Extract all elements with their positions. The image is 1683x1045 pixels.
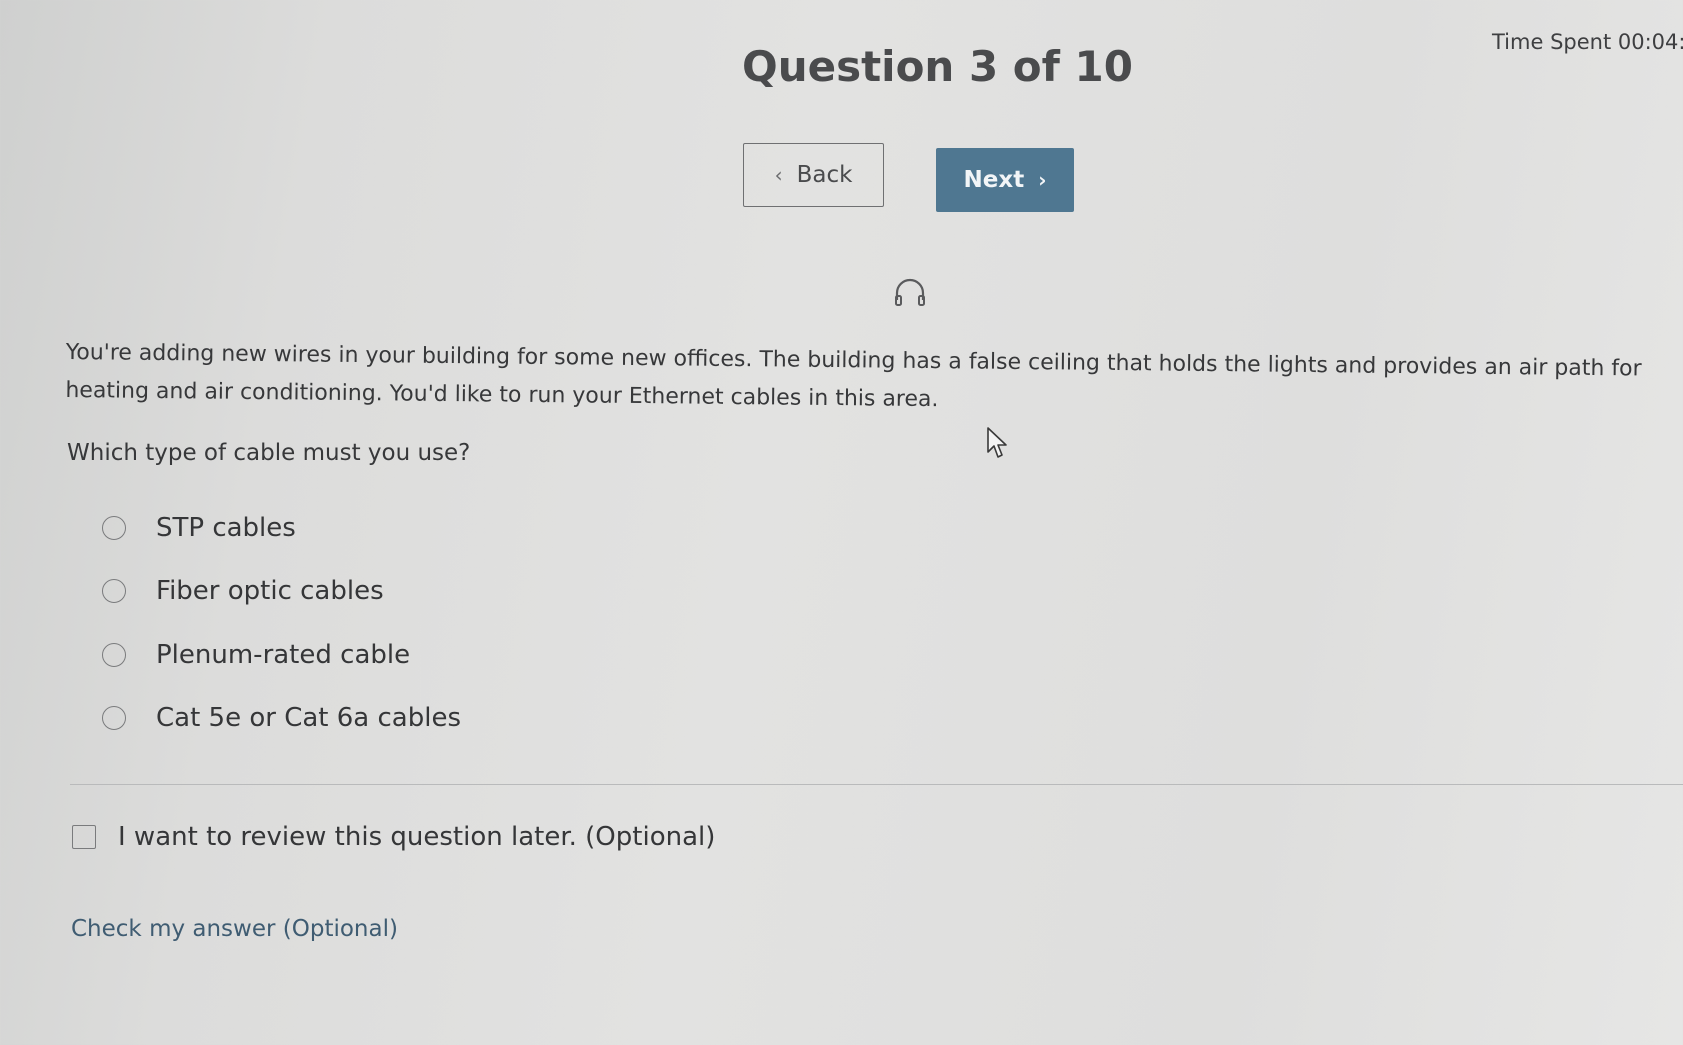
answer-options: STP cables Fiber optic cables Plenum-rat… — [102, 496, 461, 750]
mouse-cursor-icon — [987, 427, 1007, 458]
answer-option[interactable]: STP cables — [102, 496, 461, 560]
answer-option[interactable]: Cat 5e or Cat 6a cables — [102, 687, 461, 751]
divider — [70, 784, 1683, 785]
time-spent: Time Spent 00:04:5 — [1492, 30, 1683, 54]
answer-option-label: Cat 5e or Cat 6a cables — [156, 703, 461, 734]
radio-button[interactable] — [102, 642, 126, 667]
chevron-right-icon: › — [1038, 168, 1047, 192]
review-later-checkbox[interactable] — [72, 825, 96, 849]
back-button[interactable]: ‹ Back — [743, 143, 884, 207]
answer-option[interactable]: Fiber optic cables — [102, 560, 461, 624]
quiz-page: Question 3 of 10 Time Spent 00:04:5 ‹ Ba… — [0, 0, 1683, 1045]
headphones-icon[interactable] — [893, 278, 927, 308]
check-my-answer-link[interactable]: Check my answer (Optional) — [71, 916, 398, 942]
chevron-left-icon: ‹ — [774, 163, 783, 187]
review-later-label: I want to review this question later. (O… — [118, 822, 716, 852]
answer-option-label: Plenum-rated cable — [156, 639, 411, 670]
answer-option[interactable]: Plenum-rated cable — [102, 623, 461, 687]
radio-button[interactable] — [102, 706, 126, 731]
answer-option-label: Fiber optic cables — [156, 576, 384, 607]
next-button[interactable]: Next › — [936, 148, 1074, 212]
back-button-label: Back — [796, 162, 853, 188]
radio-button[interactable] — [102, 515, 126, 540]
question-ask: Which type of cable must you use? — [67, 440, 471, 466]
next-button-label: Next — [963, 167, 1025, 193]
question-prompt: You're adding new wires in your building… — [65, 339, 1642, 413]
radio-button[interactable] — [102, 579, 126, 604]
answer-option-label: STP cables — [156, 512, 296, 543]
page-title: Question 3 of 10 — [742, 42, 1133, 91]
review-later-checkbox-row[interactable]: I want to review this question later. (O… — [72, 822, 715, 852]
